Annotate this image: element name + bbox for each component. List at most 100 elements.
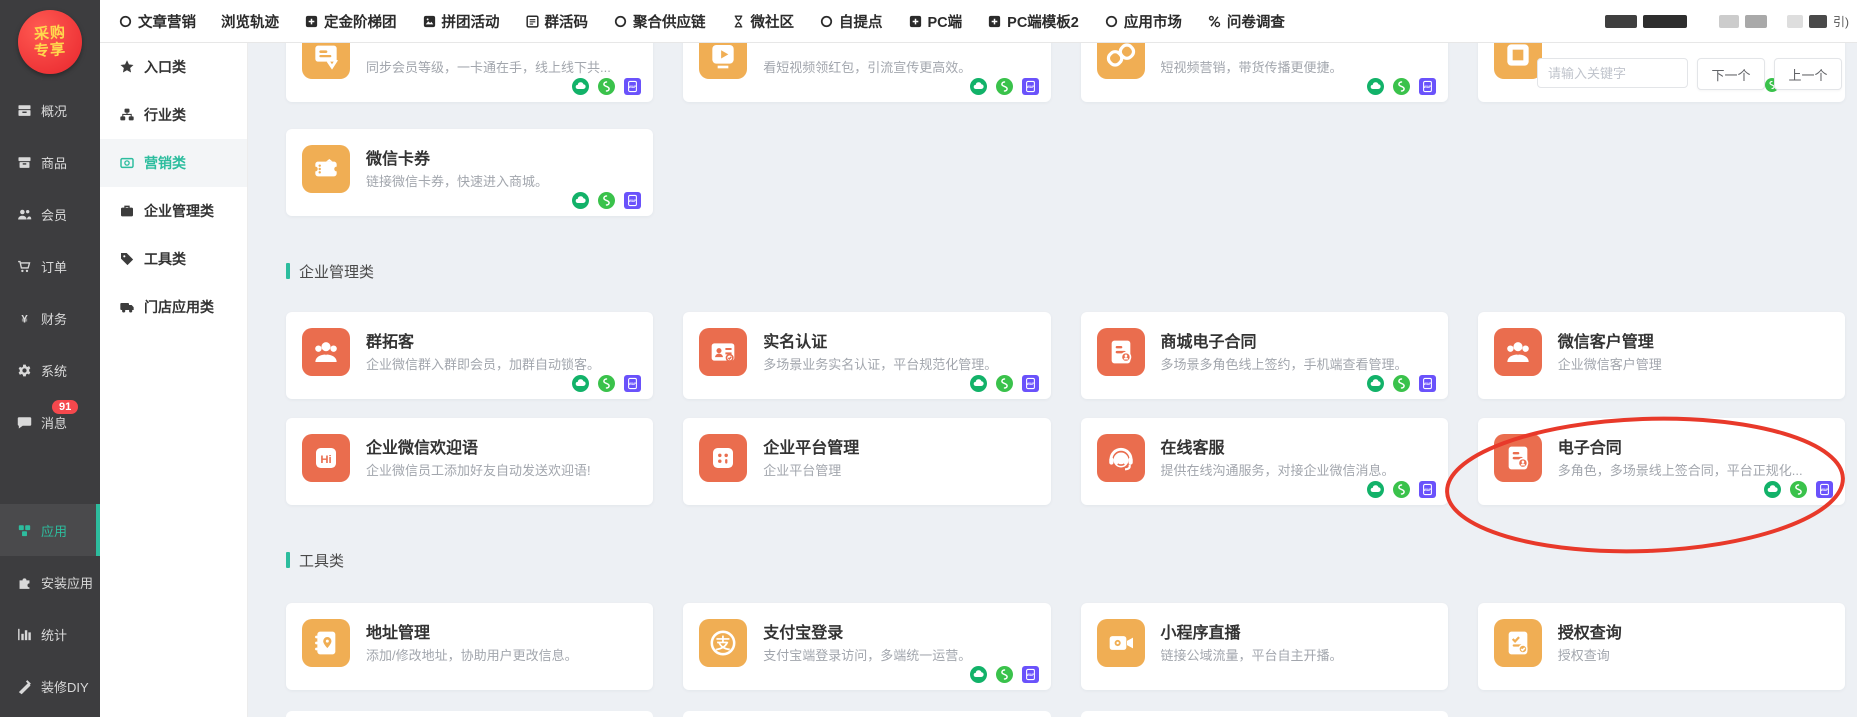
category-item-label: 工具类: [144, 249, 186, 269]
nav-item-文章营销[interactable]: 文章营销: [118, 11, 196, 32]
app-card-实名认证[interactable]: 实名认证多场景业务实名认证，平台规范化管理。WAP: [683, 312, 1050, 399]
keyword-search-input[interactable]: [1537, 58, 1688, 88]
find-next-button[interactable]: 下一个: [1697, 58, 1765, 90]
sidebar-item-member[interactable]: 会员: [0, 188, 100, 240]
mini-program-platform-icon: [1790, 481, 1807, 498]
nav-item-PC端模板2[interactable]: PC端模板2: [987, 11, 1079, 32]
sidebar-item-message[interactable]: 消息91: [0, 396, 100, 448]
card-title: 在线客服: [1161, 432, 1395, 454]
app-card-授权查询[interactable]: 授权查询授权查询: [1478, 603, 1845, 690]
nav-item-浏览轨迹[interactable]: 浏览轨迹: [221, 11, 279, 32]
redacted-text-block: [1643, 15, 1687, 28]
sidebar-item-label: 消息: [41, 413, 67, 432]
app-card-群拓客[interactable]: 群拓客企业微信群入群即会员，加群自动锁客。WAP: [286, 312, 653, 399]
sidebar-item-goods[interactable]: 商品: [0, 136, 100, 188]
card-title: 电子合同: [1558, 432, 1803, 454]
sidebar-item-diy[interactable]: 装修DIY: [0, 660, 100, 712]
nav-item-聚合供应链[interactable]: 聚合供应链: [613, 11, 706, 32]
sidebar-item-label: 商品: [41, 153, 67, 172]
app-card-支付宝登录[interactable]: 支支付宝登录支付宝端登录访问，多端统一运营。WAP: [683, 603, 1050, 690]
app-card-商城电子合同[interactable]: 商城电子合同多场景多角色线上签约，手机端查看管理。WAP: [1081, 312, 1448, 399]
platform-badges: WAP: [970, 375, 1039, 392]
sidebar-item-install[interactable]: 安装应用: [0, 556, 100, 608]
app-card-地址管理[interactable]: 地址管理添加/修改地址，协助用户更改信息。: [286, 603, 653, 690]
svg-text:WAP: WAP: [1423, 382, 1431, 386]
nav-item-微社区[interactable]: 微社区: [731, 11, 795, 32]
redacted-text-block: [1745, 15, 1767, 28]
sidebar-item-cart[interactable]: 订单: [0, 240, 100, 292]
membercard-icon: [302, 43, 350, 79]
nav-item-群活码[interactable]: 群活码: [525, 11, 589, 32]
category-item-营销类[interactable]: 营销类: [100, 139, 247, 187]
card-title: 群拓客: [366, 326, 600, 348]
header-text-fragment: 引): [1833, 13, 1849, 30]
sidebar-item-overview[interactable]: 概况: [0, 84, 100, 136]
sidebar-item-label: 装修DIY: [41, 677, 89, 696]
svg-text:支: 支: [715, 634, 731, 652]
nav-item-label: 浏览轨迹: [221, 11, 279, 32]
chain-icon: [1097, 43, 1145, 79]
sidebar-item-gear[interactable]: 系统: [0, 344, 100, 396]
app-card-微信卡券[interactable]: 微信卡券链接微信卡券，快速进入商城。WAP: [286, 129, 653, 216]
app-card[interactable]: [1081, 711, 1448, 717]
sidebar-item-stats[interactable]: 统计: [0, 608, 100, 660]
alipay-icon: 支: [699, 619, 747, 667]
nav-item-拼团活动[interactable]: 拼团活动: [422, 11, 500, 32]
app-card[interactable]: 看短视频领红包，引流宣传更高效。WAP: [683, 43, 1050, 102]
card-desc: 添加/修改地址，协助用户更改信息。: [366, 645, 578, 664]
hourglass-icon: [731, 14, 746, 29]
app-card-企业微信欢迎语[interactable]: Hi企业微信欢迎语企业微信员工添加好友自动发送欢迎语!: [286, 418, 653, 505]
apps-icon: [14, 520, 34, 540]
card-title: 地址管理: [366, 617, 578, 639]
mini-program-platform-icon: [598, 192, 615, 209]
category-item-label: 入口类: [144, 57, 186, 77]
app-card-微信客户管理[interactable]: 微信客户管理企业微信客户管理: [1478, 312, 1845, 399]
sidebar-item-finance[interactable]: ¥财务: [0, 292, 100, 344]
nav-item-label: 文章营销: [138, 11, 196, 32]
sidebar-item-apps[interactable]: 应用: [0, 504, 100, 556]
app-card-在线客服[interactable]: 在线客服提供在线沟通服务，对接企业微信消息。WAP: [1081, 418, 1448, 505]
finance-icon: ¥: [14, 308, 34, 328]
nav-item-自提点[interactable]: 自提点: [819, 11, 883, 32]
group-icon: [1494, 328, 1542, 376]
category-sidebar: 入口类行业类营销类企业管理类工具类门店应用类: [100, 43, 248, 717]
app-card[interactable]: [286, 711, 653, 717]
nav-item-应用市场[interactable]: 应用市场: [1104, 11, 1182, 32]
wap-platform-icon: WAP: [624, 375, 641, 392]
nav-item-问卷调查[interactable]: 问卷调查: [1207, 11, 1285, 32]
contract-icon: [1494, 434, 1542, 482]
section-accent-bar: [286, 263, 290, 279]
category-item-入口类[interactable]: 入口类: [100, 43, 247, 91]
card-desc: 多角色，多场景线上签合同，平台正规化...: [1558, 460, 1803, 479]
nav-item-label: 聚合供应链: [633, 11, 706, 32]
app-logo: 采购 专享: [0, 0, 100, 84]
app-card-电子合同[interactable]: 电子合同多角色，多场景线上签合同，平台正规化...WAP: [1478, 418, 1845, 505]
card-desc: 企业平台管理: [763, 460, 859, 479]
card-title: 企业微信欢迎语: [366, 432, 591, 454]
card-title: [366, 43, 611, 51]
category-item-企业管理类[interactable]: 企业管理类: [100, 187, 247, 235]
nav-item-定金阶梯团[interactable]: 定金阶梯团: [304, 11, 397, 32]
app-platform-icon: [970, 78, 987, 95]
sidebar-item-label: 概况: [41, 101, 67, 120]
app-card[interactable]: 同步会员等级，一卡通在手，线上线下共...WAP: [286, 43, 653, 102]
nav-item-PC端[interactable]: PC端: [908, 11, 963, 32]
section-accent-bar: [286, 552, 290, 568]
platform-badges: WAP: [1367, 78, 1436, 95]
app-card-小程序直播[interactable]: 小程序直播链接公域流量，平台自主开播。: [1081, 603, 1448, 690]
nav-item-label: 自提点: [839, 11, 883, 32]
contract-icon: [1097, 328, 1145, 376]
section-header-工具类: 工具类: [286, 551, 1845, 569]
category-item-行业类[interactable]: 行业类: [100, 91, 247, 139]
category-item-工具类[interactable]: 工具类: [100, 235, 247, 283]
app-card[interactable]: [683, 711, 1050, 717]
authdoc-icon: [1494, 619, 1542, 667]
mini-program-platform-icon: [996, 666, 1013, 683]
logo-line2: 专享: [33, 41, 66, 60]
wap-platform-icon: WAP: [1022, 375, 1039, 392]
app-card[interactable]: 短视频营销，带货传播更便捷。WAP: [1081, 43, 1448, 102]
app-platform-icon: [572, 192, 589, 209]
category-item-门店应用类[interactable]: 门店应用类: [100, 283, 247, 331]
app-card-企业平台管理[interactable]: 企业平台管理企业平台管理: [683, 418, 1050, 505]
find-prev-button[interactable]: 上一个: [1774, 58, 1842, 90]
